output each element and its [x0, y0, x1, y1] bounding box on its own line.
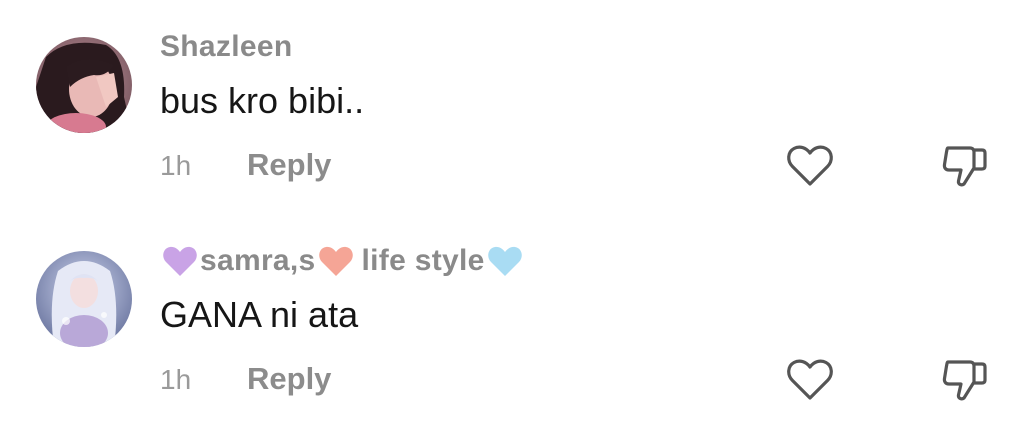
thumbs-down-outline-icon[interactable] — [940, 355, 990, 405]
comment-username[interactable]: Shazleen — [160, 30, 292, 64]
heart-outline-icon[interactable] — [786, 358, 834, 402]
comment-timestamp: 1h — [160, 364, 192, 395]
light-blue-heart-icon — [487, 245, 523, 278]
avatar[interactable] — [36, 37, 132, 133]
salmon-heart-icon — [318, 245, 354, 278]
comment-text: bus kro bibi.. — [160, 80, 365, 121]
username-part: samra,s — [200, 244, 316, 277]
heart-outline-icon[interactable] — [786, 144, 834, 188]
username-part: life style — [361, 244, 485, 277]
comment-username[interactable]: samra,s life style — [160, 244, 525, 278]
thumbs-down-outline-icon[interactable] — [940, 141, 990, 191]
comment-timestamp: 1h — [160, 150, 192, 181]
avatar[interactable] — [36, 251, 132, 347]
comment-text: GANA ni ata — [160, 294, 359, 335]
purple-heart-icon — [162, 245, 198, 278]
reply-button[interactable]: Reply — [247, 361, 331, 397]
reply-button[interactable]: Reply — [247, 147, 331, 183]
comment-item: Shazleen bus kro bibi.. 1h Reply — [0, 0, 1024, 187]
comment-item: samra,s life style GANA ni ata 1h Reply — [0, 214, 1024, 401]
